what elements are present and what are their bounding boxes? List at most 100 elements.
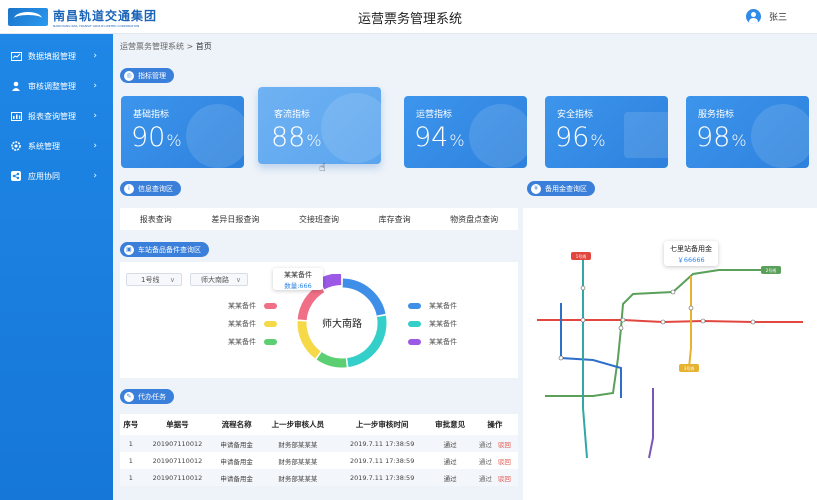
- user-menu[interactable]: 张三: [745, 9, 787, 24]
- tab-report-query[interactable]: 报表查询: [140, 214, 172, 225]
- sidebar-item-data-entry[interactable]: 数据填报管理 ›: [0, 41, 113, 71]
- reject-link[interactable]: 驳回: [498, 475, 511, 483]
- line-select[interactable]: 1号线 ∨: [126, 273, 182, 286]
- approve-link[interactable]: 通过: [479, 475, 492, 483]
- chevron-right-icon: ›: [93, 111, 97, 121]
- logo-name: 南昌轨道交通集团: [53, 8, 158, 23]
- sidebar-item-label: 报表查询管理: [28, 111, 76, 121]
- col-prev-time: 上一步审核时间: [335, 414, 429, 435]
- section-metrics: ◎ 指标管理: [120, 68, 174, 83]
- app-title: 运营票务管理系统: [357, 12, 462, 27]
- legend-item: 某某备件: [408, 319, 457, 328]
- sidebar-item-label: 应用协同: [28, 171, 60, 181]
- approve-link[interactable]: 通过: [479, 458, 492, 466]
- col-opinion: 审批意见: [428, 414, 472, 435]
- section-title: 车站备品备件查询区: [138, 245, 201, 254]
- info-icon: i: [124, 183, 134, 194]
- section-spare-parts: ▣ 车站备品备件查询区: [120, 242, 209, 257]
- col-prev-reviewer: 上一步审核人员: [260, 414, 336, 435]
- donut-segment[interactable]: [318, 274, 342, 290]
- table-row[interactable]: 1 201907110012 申请备用金 财务部某某某 2019.7.11 17…: [120, 469, 518, 486]
- legend-item: 某某备件: [228, 319, 277, 328]
- legend-item: 某某备件: [408, 301, 457, 310]
- decorative-shape-icon: [186, 104, 244, 168]
- sidebar-item-reports[interactable]: 报表查询管理 ›: [0, 101, 113, 131]
- reject-link[interactable]: 驳回: [498, 458, 511, 466]
- reject-link[interactable]: 驳回: [498, 441, 511, 449]
- metric-card-operation[interactable]: 运营指标 94%: [404, 96, 527, 168]
- table-row[interactable]: 1 201907110012 申请备用金 财务部某某某 2019.7.11 17…: [120, 435, 518, 452]
- legend-item: 某某备件: [408, 337, 457, 346]
- col-action: 操作: [471, 414, 518, 435]
- row-actions: 通过 驳回: [471, 435, 518, 452]
- task-icon: ✎: [124, 391, 134, 402]
- tab-stocktake[interactable]: 物资盘点查询: [450, 214, 498, 225]
- tooltip-value: 数量:666: [284, 282, 312, 290]
- table-header-row: 序号 单据号 流程名称 上一步审核人员 上一步审核时间 审批意见 操作: [120, 414, 518, 435]
- table-row[interactable]: 1 201907110012 申请备用金 财务部某某某 2019.7.11 17…: [120, 452, 518, 469]
- donut-segment[interactable]: [297, 321, 321, 359]
- tab-inventory[interactable]: 库存查询: [379, 214, 411, 225]
- row-actions: 通过 驳回: [471, 452, 518, 469]
- metric-card-safety[interactable]: 安全指标 96%: [545, 96, 668, 168]
- donut-segment[interactable]: [297, 284, 325, 321]
- breadcrumb: 运营票务管理系统 > 首页: [120, 41, 212, 52]
- chevron-right-icon: ›: [93, 171, 97, 181]
- metric-value: 98%: [696, 122, 747, 153]
- metric-value: 90%: [131, 122, 182, 153]
- chevron-right-icon: ›: [93, 81, 97, 91]
- breadcrumb-current: 首页: [195, 42, 212, 51]
- legend-swatch: [264, 320, 277, 327]
- line2-tag: 2号线: [766, 267, 777, 273]
- top-header: 南昌轨道交通集团 NANCHANG RAIL TRANSIT GROUP LIM…: [0, 0, 817, 34]
- section-title: 代办任务: [138, 392, 166, 401]
- tooltip-title: 七里站备用金: [670, 245, 712, 253]
- metric-label: 基础指标: [133, 110, 170, 120]
- breadcrumb-separator: >: [186, 42, 194, 51]
- chevron-right-icon: ›: [93, 141, 97, 151]
- gear-icon: [10, 141, 22, 151]
- coin-icon: ¥: [531, 183, 541, 194]
- legend-swatch: [264, 302, 277, 309]
- section-title: 指标管理: [138, 71, 166, 80]
- donut-tooltip: 某某备件 数量:666: [273, 268, 323, 290]
- decorative-shape-icon: [751, 104, 809, 168]
- metric-card-passenger-flow[interactable]: 客流指标 88%: [258, 87, 381, 164]
- sidebar-item-review[interactable]: 审核调整管理 ›: [0, 71, 113, 101]
- metric-value: 96%: [555, 122, 606, 153]
- donut-segment[interactable]: [342, 278, 386, 316]
- col-index: 序号: [120, 414, 142, 435]
- sidebar-item-collaboration[interactable]: 应用协同 ›: [0, 161, 113, 191]
- sidebar-item-label: 数据填报管理: [28, 51, 76, 61]
- legend-right: 某某备件 某某备件 某某备件: [408, 301, 457, 355]
- breadcrumb-parent[interactable]: 运营票务管理系统: [120, 42, 184, 51]
- donut-segment[interactable]: [316, 352, 347, 368]
- chevron-down-icon: ∨: [169, 276, 175, 284]
- col-process: 流程名称: [213, 414, 261, 435]
- section-todo: ✎ 代办任务: [120, 389, 174, 404]
- legend-swatch: [408, 338, 421, 345]
- logo-mark-icon: [8, 8, 48, 26]
- metric-card-basic[interactable]: 基础指标 90%: [121, 96, 244, 168]
- tab-variance-daily[interactable]: 差异日报查询: [211, 214, 259, 225]
- legend-swatch: [408, 302, 421, 309]
- section-title: 备用金查询区: [545, 184, 587, 193]
- station-select[interactable]: 师大南路 ∨: [190, 273, 248, 286]
- share-icon: [10, 171, 22, 181]
- decorative-shape-icon: [624, 112, 668, 158]
- metric-card-service[interactable]: 服务指标 98%: [686, 96, 809, 168]
- company-logo[interactable]: 南昌轨道交通集团 NANCHANG RAIL TRANSIT GROUP LIM…: [8, 7, 158, 28]
- query-tabs: 报表查询 差异日报查询 交接班查询 库存查询 物资盘点查询: [120, 208, 518, 230]
- sidebar-item-label: 系统管理: [28, 141, 60, 151]
- section-reserve-fund: ¥ 备用金查询区: [527, 181, 595, 196]
- tab-shift-handover[interactable]: 交接班查询: [299, 214, 339, 225]
- box-icon: ▣: [124, 244, 134, 255]
- legend-swatch: [408, 320, 421, 327]
- sidebar-item-system[interactable]: 系统管理 ›: [0, 131, 113, 161]
- approve-link[interactable]: 通过: [479, 441, 492, 449]
- legend-swatch: [264, 338, 277, 345]
- chevron-down-icon: ∨: [235, 276, 241, 284]
- hand-cursor-icon: ☝: [319, 161, 326, 174]
- legend-item: 某某备件: [228, 337, 277, 346]
- row-actions: 通过 驳回: [471, 469, 518, 486]
